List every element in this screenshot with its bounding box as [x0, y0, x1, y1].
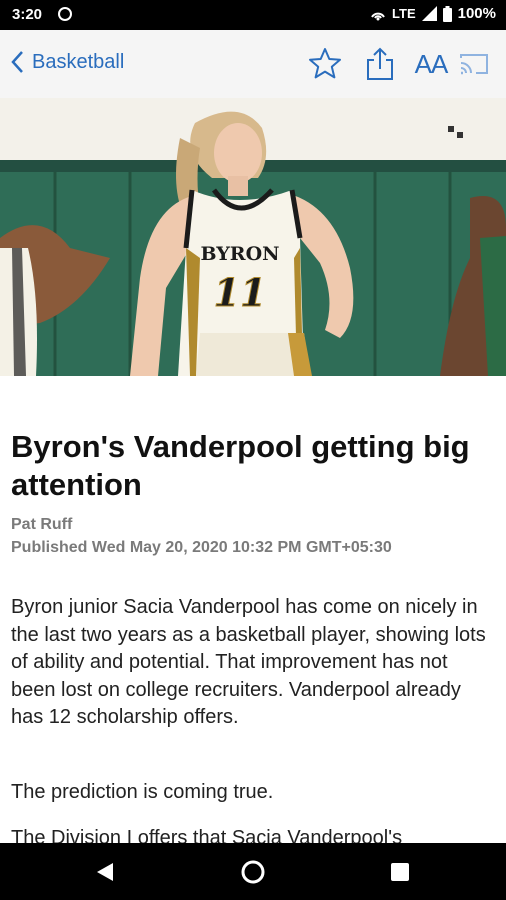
jersey-number: 11 — [214, 270, 267, 315]
back-nav-button[interactable] — [90, 857, 120, 887]
network-label: LTE — [392, 6, 416, 21]
status-time: 3:20 — [12, 6, 43, 23]
cast-icon — [460, 54, 488, 75]
article-paragraph: Byron junior Sacia Vanderpool has come o… — [11, 596, 486, 728]
hotspot-icon — [371, 12, 385, 20]
chevron-left-icon — [11, 51, 23, 73]
system-navigation-bar — [0, 843, 506, 900]
font-size-icon: AA — [414, 48, 449, 79]
share-icon — [367, 47, 393, 80]
signal-icon — [421, 6, 437, 21]
star-icon — [309, 48, 341, 79]
article-author[interactable]: Pat Ruff — [11, 516, 72, 534]
battery-label: 100% — [457, 5, 496, 22]
bookmark-button[interactable] — [307, 46, 343, 82]
battery-icon — [442, 5, 452, 22]
article-paragraph: The prediction is coming true. — [11, 781, 274, 803]
hero-image: BYRON 11 — [0, 98, 506, 376]
triangle-back-icon — [97, 863, 113, 881]
font-size-button[interactable]: AA — [411, 46, 451, 82]
article-headline: Byron's Vanderpool getting big attention — [11, 429, 470, 502]
notification-icon — [58, 7, 72, 21]
back-label: Basketball — [32, 50, 125, 73]
status-bar: 3:20 LTE 100% — [0, 0, 506, 30]
article-toolbar: Basketball AA — [0, 30, 506, 99]
share-button[interactable] — [362, 46, 398, 82]
back-button[interactable]: Basketball — [10, 50, 124, 74]
jersey-name: BYRON — [201, 243, 280, 265]
home-nav-button[interactable] — [238, 857, 268, 887]
basketball-photo: BYRON 11 — [0, 98, 506, 376]
recents-nav-button[interactable] — [385, 857, 415, 887]
article-published-date: Published Wed May 20, 2020 10:32 PM GMT+… — [11, 539, 392, 556]
circle-home-icon — [241, 860, 265, 884]
cast-button[interactable] — [456, 46, 492, 82]
square-recents-icon — [391, 863, 409, 881]
status-icons: LTE 100% — [370, 5, 496, 22]
